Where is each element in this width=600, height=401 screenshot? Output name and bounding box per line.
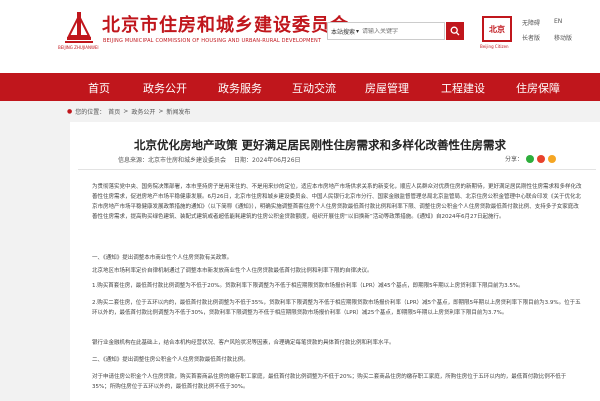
article-paragraph: 对于申请住房公积金个人住房贷款，购买首套商品住房的缴存职工家庭，最低首付款比例调… — [92, 374, 567, 390]
search-scope-label: 本站搜索 — [331, 28, 356, 36]
emblem-icon[interactable] — [64, 10, 94, 46]
article-paragraph: 银行业金融机构在此基础上，结合本机构经营状况、客户风险状况等因素，合理确定每笔贷… — [92, 340, 395, 346]
article-date: 日期：2024年06月26日 — [234, 157, 301, 164]
search-button[interactable] — [446, 22, 464, 40]
qzone-icon[interactable] — [548, 154, 557, 163]
top-links: 无障碍 EN 长者版 移动版 — [522, 18, 586, 42]
breadcrumb-gov-affairs[interactable]: 政务公开 — [131, 107, 155, 116]
search-scope-select[interactable]: 本站搜索 ▾ — [328, 27, 362, 36]
site-title[interactable]: 北京市住房和城乡建设委员会 — [102, 11, 349, 37]
article-paragraph: 2.购买二套住房，位于五环以内的，最低首付款比例调整为不低于35%，贷款利率下限… — [92, 300, 581, 316]
article-paragraph: 北京地区市场利率定价自律机制通过了调整本市新发放商业性个人住房贷款最低首付款比例… — [92, 268, 373, 274]
nav-item-housing-mgmt[interactable]: 房屋管理 — [365, 80, 409, 96]
site-subtitle: BEIJING MUNICIPAL COMMISSION OF HOUSING … — [103, 38, 322, 44]
badge-text: 北京 — [489, 24, 505, 34]
nav-item-construction[interactable]: 工程建设 — [441, 80, 485, 96]
share-label: 分享： — [505, 156, 524, 163]
search-input[interactable] — [362, 27, 423, 35]
search-box: 本站搜索 ▾ — [327, 22, 445, 40]
nav-item-home[interactable]: 首页 — [88, 80, 110, 96]
chevron-down-icon: ▾ — [356, 27, 360, 35]
logo-caption: BEIJING ZHUJIANWEI — [58, 45, 99, 50]
article-paragraph: 为贯彻落实党中央、国务院决策部署，本市坚持房子是用来住的、不是用来炒的定位，适应… — [92, 184, 582, 220]
nav-item-housing-security[interactable]: 住房保障 — [516, 80, 560, 96]
article-paragraph: 二、《通知》提出调整住房公积金个人住房贷款最低首付款比例。 — [92, 357, 249, 363]
site-header: BEIJING ZHUJIANWEI 北京市住房和城乡建设委员会 BEIJING… — [0, 0, 600, 73]
location-icon: ● — [67, 108, 73, 115]
article-title: 北京优化房地产政策 更好满足居民刚性住房需求和多样化改善性住房需求 — [134, 138, 506, 152]
breadcrumb-sep: > — [123, 108, 129, 115]
article-source: 信息来源：北京市住房和城乡建设委员会 — [118, 157, 227, 164]
article: 北京优化房地产政策 更好满足居民刚性住房需求和多样化改善性住房需求 信息来源：北… — [70, 122, 600, 401]
breadcrumb: ● 您的位置： 首页 > 政务公开 > 新闻发布 — [67, 107, 190, 116]
breadcrumb-sep: > — [158, 108, 164, 115]
article-paragraph: 一、《通知》提出调整本市商业性个人住房贷款有关政策。 — [92, 255, 233, 261]
breadcrumb-home[interactable]: 首页 — [108, 107, 120, 116]
main-nav: 首页 政务公开 政务服务 互动交流 房屋管理 工程建设 住房保障 — [0, 73, 600, 101]
share-bar: 分享： — [505, 154, 557, 163]
divider — [78, 169, 596, 170]
article-paragraph: 1.购买首套住房，最低首付款比例调整为不低于20%。贷款利率下限调整为不低于相应… — [92, 283, 524, 289]
link-mobile[interactable]: 移动版 — [554, 33, 586, 42]
nav-item-services[interactable]: 政务服务 — [218, 80, 262, 96]
weibo-icon[interactable] — [537, 154, 546, 163]
badge-caption: Beijing Citizen — [480, 44, 509, 49]
article-meta: 信息来源：北京市住房和城乡建设委员会 日期：2024年06月26日 — [118, 155, 301, 164]
wechat-icon[interactable] — [526, 154, 535, 163]
nav-item-gov-affairs[interactable]: 政务公开 — [143, 80, 187, 96]
nav-item-interaction[interactable]: 互动交流 — [292, 80, 336, 96]
search-icon — [450, 26, 460, 36]
link-elder-mode[interactable]: 长者版 — [522, 33, 554, 42]
beijing-badge[interactable]: 北京 — [482, 16, 512, 42]
link-accessibility[interactable]: 无障碍 — [522, 18, 554, 27]
breadcrumb-news[interactable]: 新闻发布 — [166, 107, 190, 116]
breadcrumb-label: 您的位置： — [75, 109, 106, 116]
link-english[interactable]: EN — [554, 18, 586, 27]
